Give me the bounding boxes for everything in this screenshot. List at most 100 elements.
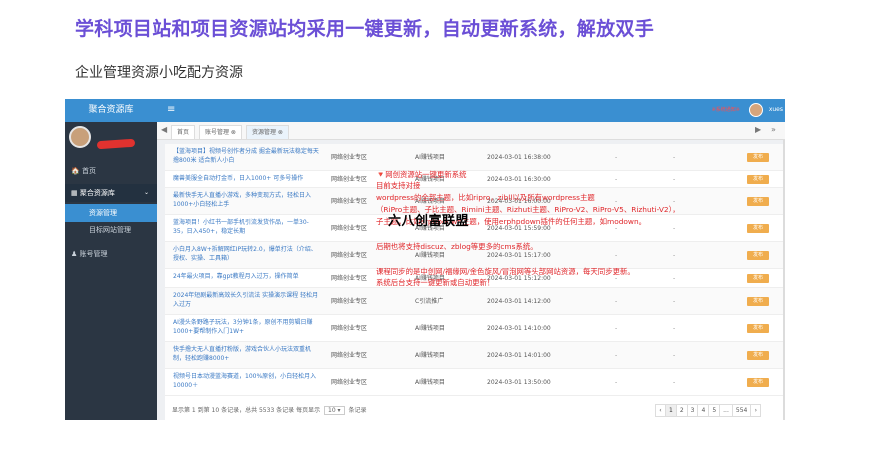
- row-time: 2024-03-01 15:17:00: [487, 252, 551, 259]
- publish-button[interactable]: 发布: [747, 324, 769, 333]
- avatar: [69, 126, 91, 148]
- row-title-link[interactable]: 最新快手无人直播小游戏，多种变现方式，轻松日入1000+小白轻松上手: [173, 191, 321, 209]
- row-col-dash: -: [673, 379, 676, 386]
- table-row: AI漫头条野路子玩法，3分钟1条，原创不用剪辑日赚1000+要帮制作入门1W+ 网…: [165, 315, 783, 342]
- user-name[interactable]: xues: [769, 106, 783, 113]
- app-logo[interactable]: 聚合资源库: [65, 99, 157, 122]
- page-size-select[interactable]: 10 ▾: [324, 406, 345, 415]
- row-col-dash: -: [673, 352, 676, 359]
- sidebar-item-target-site[interactable]: 目标网站管理: [65, 221, 157, 239]
- item-label: 资源管理: [89, 209, 117, 217]
- sidebar-item-accounts[interactable]: ♟ 账号管理: [65, 245, 157, 263]
- page-button[interactable]: 554: [731, 404, 752, 417]
- table-footer: 显示第 1 到第 10 条记录，总共 5533 条记录 每页显示 10 ▾ 条记…: [172, 405, 367, 415]
- tab-accounts[interactable]: 账号管理 ⊗: [199, 125, 242, 139]
- sidebar-item-resource-manage[interactable]: 资源管理: [65, 204, 157, 222]
- redaction-mark: [96, 138, 136, 150]
- publish-button[interactable]: 发布: [747, 197, 769, 206]
- pagination: ‹ 1 2 3 4 5... 554 ›: [655, 404, 762, 417]
- tab-more-icon[interactable]: »: [771, 125, 776, 134]
- row-time: 2024-03-01 14:10:00: [487, 325, 551, 332]
- row-col-dash: -: [615, 379, 618, 386]
- page-subheading: 企业管理资源小吃配方资源: [75, 65, 243, 81]
- item-label: 目标网站管理: [89, 226, 131, 234]
- tab-home[interactable]: 首页: [171, 125, 196, 139]
- row-title-link[interactable]: 24年最火项目，靠gpt教程月入过万，操作简单: [173, 272, 321, 281]
- publish-button[interactable]: 发布: [747, 351, 769, 360]
- row-category: 网络创业专区: [331, 225, 368, 232]
- row-title-link[interactable]: AI漫头条野路子玩法，3分钟1条，原创不用剪辑日赚1000+要帮制作入门1W+: [173, 318, 321, 336]
- row-title-link[interactable]: 2024年短剧最新高效长久引流法 实操演示课程 轻松月入过万: [173, 291, 321, 309]
- overlay-line: 课程同步的是中创网/福缘网/金色旋风/冒泡网等头部网站资源，每天同步更新。: [376, 267, 635, 276]
- tab-next-icon[interactable]: ▶: [755, 125, 761, 134]
- tab-prev-icon[interactable]: ◀: [161, 125, 167, 134]
- sidebar-group-resources[interactable]: ▦ 聚合资源库 ⌄: [65, 184, 157, 202]
- menu-toggle-icon[interactable]: ≡: [167, 104, 175, 115]
- row-title-link[interactable]: 魔兽美服全自动打金币，日入1000+ 可多号操作: [173, 174, 321, 183]
- overlay-brand: 六八创富联盟: [388, 214, 470, 229]
- overlay-line: 系统后台支持一键更新或自动更新！: [376, 278, 495, 287]
- sidebar: 聚合资源库 🏠 首页 ▦ 聚合资源库 ⌄ 资源管理 目标网站管理 ♟ 账号管理: [65, 99, 157, 420]
- row-col-dash: -: [673, 325, 676, 332]
- table-row: 魔兽美服全自动打金币，日入1000+ 可多号操作 网络创业专区 AI赚钱项目 2024…: [165, 171, 783, 188]
- home-label: 首页: [81, 167, 96, 175]
- publish-button[interactable]: 发布: [747, 274, 769, 283]
- row-col-dash: -: [615, 176, 618, 183]
- publish-button[interactable]: 发布: [747, 153, 769, 162]
- row-title-link[interactable]: 小白月入8W+拆解网红IP玩转2.0，爆单打法（介绍、授权、实操、工具箱）: [173, 245, 321, 263]
- row-title-link[interactable]: 蓝海项目！小红书一部手机引流发货作品，一单30-35，日入450+，稳定长期: [173, 218, 321, 236]
- tab-resources[interactable]: 资源管理 ⊗: [246, 125, 289, 139]
- row-col-dash: -: [673, 225, 676, 232]
- notice-text[interactable]: ※系统通知※: [712, 106, 740, 113]
- table-row: 2024年短剧最新高效长久引流法 实操演示课程 轻松月入过万 网络创业专区 C引流推…: [165, 288, 783, 315]
- row-category: 网络创业专区: [331, 325, 368, 332]
- row-col-dash: -: [673, 275, 676, 282]
- row-time: 2024-03-01 13:50:00: [487, 379, 551, 386]
- page-button[interactable]: ...: [719, 404, 733, 417]
- row-time: 2024-03-01 14:12:00: [487, 298, 551, 305]
- row-col-dash: -: [615, 298, 618, 305]
- row-col-dash: -: [615, 252, 618, 259]
- row-time: 2024-03-01 16:38:00: [487, 154, 551, 161]
- row-col-dash: -: [673, 154, 676, 161]
- group-label: 聚合资源库: [79, 189, 115, 197]
- row-category: 网络创业专区: [331, 298, 368, 305]
- user-avatar[interactable]: [749, 103, 763, 117]
- top-bar: ≡ ※系统通知※ xues: [157, 99, 785, 122]
- publish-button[interactable]: 发布: [747, 224, 769, 233]
- row-col-dash: -: [615, 325, 618, 332]
- overlay-line: 后期也将支持discuz、zblog等更多的cms系统。: [376, 242, 538, 251]
- row-category: 网络创业专区: [331, 176, 368, 183]
- publish-button[interactable]: 发布: [747, 251, 769, 260]
- overlay-line: wordpress的全部主题，比如ripro，zibll以及所有wordpres…: [376, 193, 595, 202]
- table-row: 视频号日本动漫蓝海赛道，100%原创，小白轻松月入10000＋ 网络创业专区 AI赚…: [165, 369, 783, 396]
- page-heading: 学科项目站和项目资源站均采用一键更新，自动更新系统，解放双手: [75, 18, 655, 40]
- row-col-dash: -: [615, 352, 618, 359]
- row-col-dash: -: [673, 176, 676, 183]
- row-category: 网络创业专区: [331, 154, 368, 161]
- row-type: C引流推广: [415, 298, 444, 305]
- publish-button[interactable]: 发布: [747, 378, 769, 387]
- row-time: 2024-03-01 14:01:00: [487, 352, 551, 359]
- chevron-down-icon: ⌄: [143, 189, 149, 196]
- page-button[interactable]: ›: [750, 404, 762, 417]
- table-row: 快手撸大无人直播打粉版，游戏合伙人小玩法双重机制，轻松跑赚8000+ 网络创业专区…: [165, 342, 783, 369]
- row-col-dash: -: [673, 298, 676, 305]
- row-col-dash: -: [615, 154, 618, 161]
- sidebar-item-home[interactable]: 🏠 首页: [65, 162, 157, 180]
- publish-button[interactable]: 发布: [747, 175, 769, 184]
- row-title-link[interactable]: 快手撸大无人直播打粉版，游戏合伙人小玩法双重机制，轻松跑赚8000+: [173, 345, 321, 363]
- footer-suffix: 条记录: [348, 407, 367, 414]
- footer-prefix: 显示第 1 到第 10 条记录，总共 5533 条记录 每页显示: [172, 407, 321, 414]
- row-type: AI赚钱项目: [415, 352, 445, 359]
- row-category: 网络创业专区: [331, 198, 368, 205]
- row-time: 2024-03-01 16:30:00: [487, 176, 551, 183]
- row-title-link[interactable]: 【蓝海项目】视频号创作者分成 掘金最新玩法稳定每天撸800米 适合新人小白: [173, 147, 321, 165]
- row-col-dash: -: [673, 252, 676, 259]
- row-title-link[interactable]: 视频号日本动漫蓝海赛道，100%原创，小白轻松月入10000＋: [173, 372, 321, 390]
- overlay-line: 🔻网创资源站一键更新系统: [376, 170, 467, 179]
- scrollbar[interactable]: [783, 140, 785, 420]
- publish-button[interactable]: 发布: [747, 297, 769, 306]
- table-row: 【蓝海项目】视频号创作者分成 掘金最新玩法稳定每天撸800米 适合新人小白 网络创…: [165, 144, 783, 171]
- row-category: 网络创业专区: [331, 352, 368, 359]
